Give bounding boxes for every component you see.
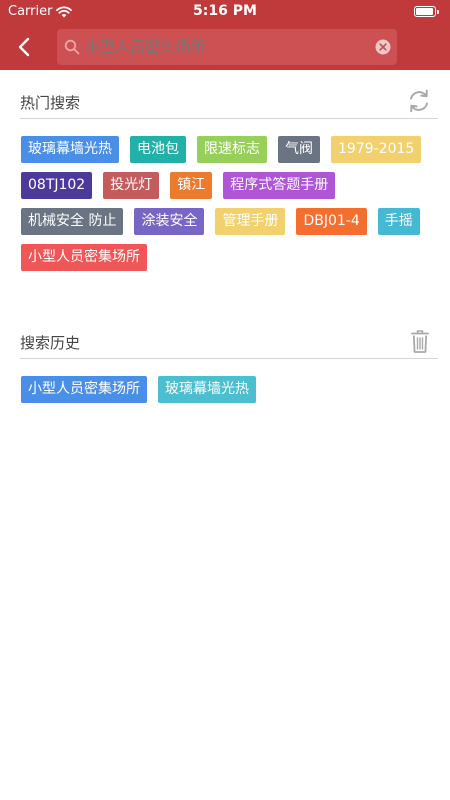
hot-search-tag[interactable]: DBJ01-4 — [296, 208, 367, 235]
battery-icon — [414, 6, 439, 17]
search-icon — [64, 39, 80, 55]
clear-icon[interactable] — [375, 39, 391, 55]
search-box[interactable] — [57, 29, 397, 65]
trash-icon[interactable] — [410, 328, 430, 354]
hot-search-tag[interactable]: 管理手册 — [215, 208, 286, 235]
status-bar: Carrier 5:16 PM — [0, 0, 450, 24]
hot-search-title: 热门搜索 — [20, 94, 81, 112]
hot-search-tag[interactable]: 08TJ102 — [21, 172, 93, 199]
hot-search-tag[interactable]: 限速标志 — [197, 136, 267, 163]
battery-fill — [416, 8, 433, 15]
search-history-header: 搜索历史 — [20, 328, 438, 359]
hot-search-tag[interactable]: 机械安全 防止 — [21, 208, 124, 235]
hot-search-tag[interactable]: 1979-2015 — [331, 136, 422, 163]
back-button[interactable] — [8, 33, 40, 61]
refresh-icon[interactable] — [406, 88, 432, 114]
nav-bar — [0, 24, 450, 70]
search-history-tag[interactable]: 玻璃幕墙光热 — [158, 376, 256, 403]
hot-search-tags: 玻璃幕墙光热 电池包 限速标志 气阀 1979-2015 08TJ102 投光灯 镇江 程序式答… — [21, 136, 441, 271]
chevron-left-icon — [18, 37, 30, 57]
hot-search-tag[interactable]: 镇江 — [170, 172, 213, 199]
hot-search-tag[interactable]: 投光灯 — [103, 172, 160, 199]
search-history-tags: 小型人员密集场所 玻璃幕墙光热 — [21, 376, 441, 403]
hot-search-header: 热门搜索 — [20, 88, 438, 119]
search-history-tag[interactable]: 小型人员密集场所 — [21, 376, 147, 403]
hot-search-tag[interactable]: 手摇 — [377, 208, 420, 235]
search-history-title: 搜索历史 — [20, 334, 81, 352]
search-input[interactable] — [85, 29, 365, 65]
hot-search-tag[interactable]: 程序式答题手册 — [223, 172, 336, 199]
hot-search-tag[interactable]: 电池包 — [130, 136, 186, 163]
hot-search-tag[interactable]: 涂装安全 — [134, 208, 205, 235]
hot-search-tag[interactable]: 玻璃幕墙光热 — [21, 136, 119, 163]
search-screen: Carrier 5:16 PM 小型人员密集场所 热门搜索 玻璃幕墙光热 电池包… — [0, 0, 450, 800]
hot-search-tag[interactable]: 小型人员密集场所 — [21, 244, 147, 271]
status-time: 5:16 PM — [193, 3, 257, 19]
hot-search-tag[interactable]: 气阀 — [278, 136, 320, 163]
